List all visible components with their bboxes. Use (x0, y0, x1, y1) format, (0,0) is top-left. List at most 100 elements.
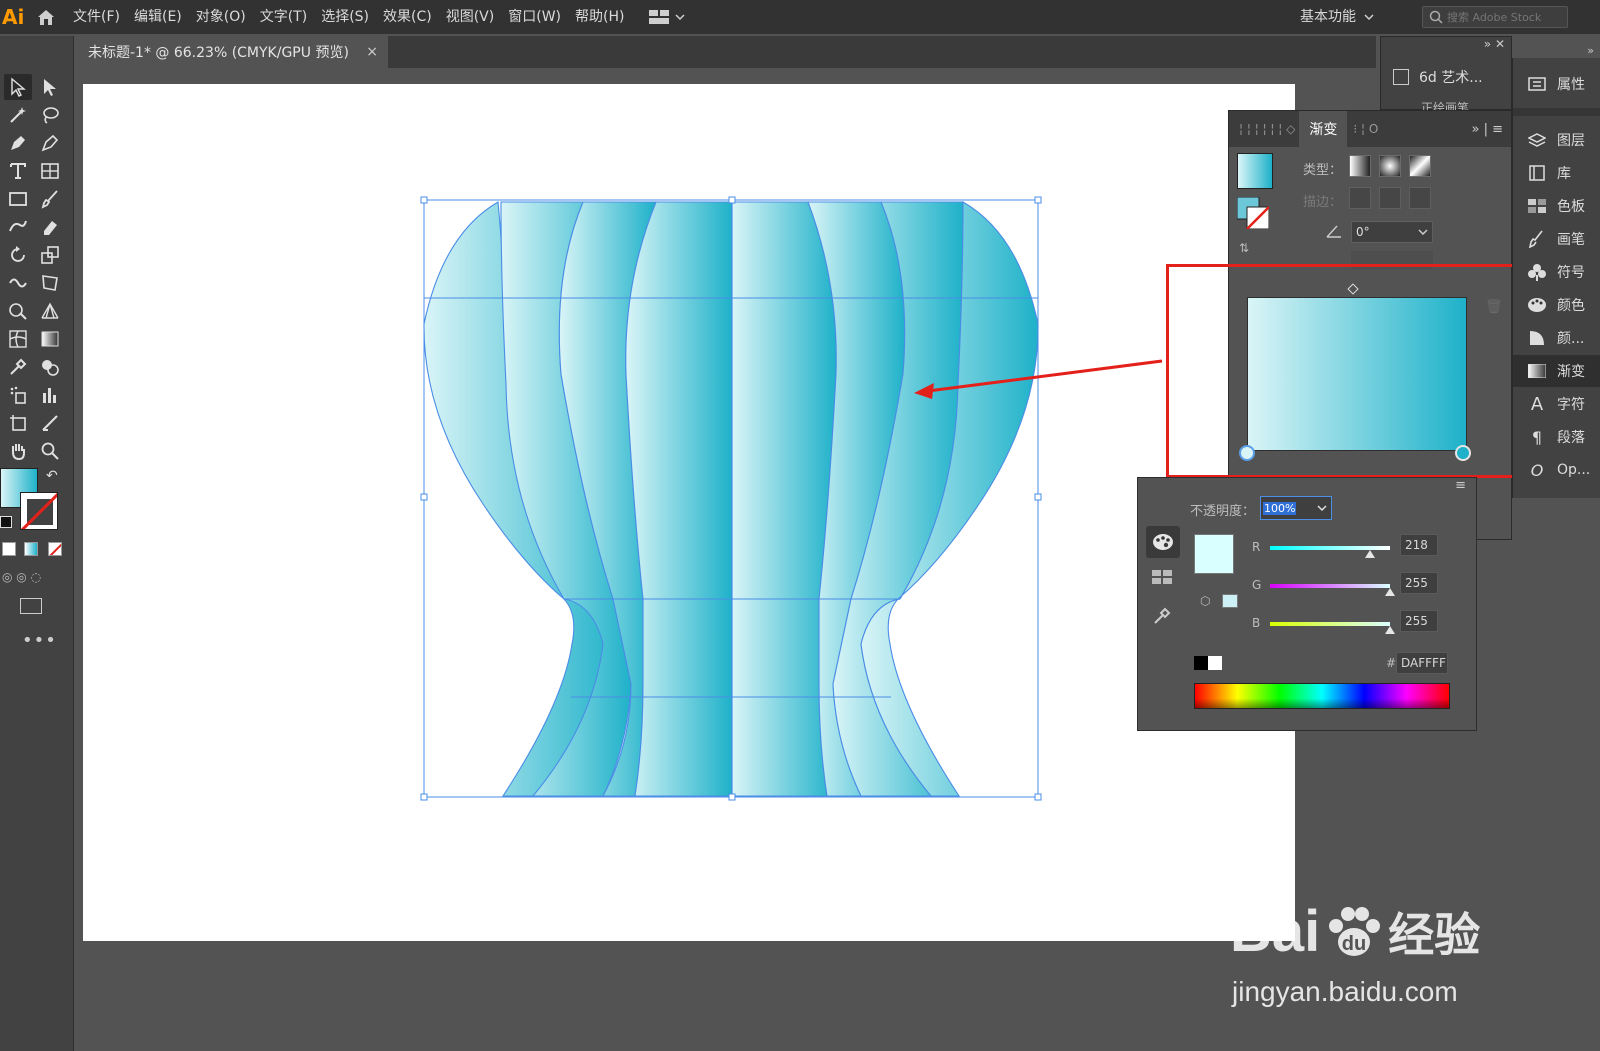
perspective-grid-tool-icon[interactable] (36, 298, 64, 324)
white-swatch[interactable] (1208, 656, 1222, 670)
menu-effect[interactable]: 效果(C) (376, 0, 439, 34)
menu-file[interactable]: 文件(F) (66, 0, 127, 34)
gradient-mode-button[interactable] (24, 542, 38, 556)
panel-gradient[interactable]: 渐变 (1513, 355, 1600, 387)
workspace-switcher[interactable]: 基本功能 (1300, 0, 1374, 34)
pen-tool-icon[interactable] (4, 130, 32, 156)
direct-selection-tool-icon[interactable] (36, 74, 64, 100)
collapsed-tabs-right[interactable]: ⁝ ¦ O (1347, 122, 1384, 136)
panel-layers[interactable]: 图层 (1513, 124, 1600, 156)
radial-gradient-button[interactable] (1379, 155, 1401, 177)
art-brush-item[interactable]: 6d 艺术... (1393, 67, 1483, 87)
panel-brushes[interactable]: 画笔 (1513, 223, 1600, 255)
close-icon[interactable]: × (366, 44, 378, 60)
scale-tool-icon[interactable] (36, 242, 64, 268)
panel-menu-icon[interactable]: » | ≡ (1472, 122, 1512, 137)
panel-paragraph[interactable]: ¶ 段落 (1513, 421, 1600, 453)
g-value-field[interactable]: 255 (1400, 572, 1438, 594)
menu-object[interactable]: 对象(O) (189, 0, 253, 34)
zoom-tool-icon[interactable] (36, 438, 64, 464)
magic-wand-tool-icon[interactable] (4, 102, 32, 128)
tab-gradient[interactable]: 渐变 (1299, 111, 1348, 147)
g-slider-thumb[interactable] (1385, 588, 1395, 596)
artboard[interactable] (83, 84, 1295, 941)
menu-window[interactable]: 窗口(W) (501, 0, 568, 34)
home-icon[interactable] (26, 0, 66, 34)
panel-color[interactable]: 颜色 (1513, 289, 1600, 321)
symbol-sprayer-tool-icon[interactable] (4, 382, 32, 408)
stock-search-field[interactable] (1422, 6, 1568, 28)
menu-edit[interactable]: 编辑(E) (127, 0, 189, 34)
linear-gradient-button[interactable] (1349, 155, 1371, 177)
r-value-field[interactable]: 218 (1400, 534, 1438, 556)
panel-swatches[interactable]: 色板 (1513, 190, 1600, 222)
shape-builder-tool-icon[interactable] (4, 298, 32, 324)
swatches-tab[interactable] (1152, 570, 1172, 584)
panel-properties[interactable]: 属性 (1513, 68, 1600, 100)
menu-select[interactable]: 选择(S) (314, 0, 376, 34)
angle-field[interactable]: 0° (1351, 221, 1433, 243)
collapsed-tabs[interactable]: ¦ ¦ ¦ ¦ ¦ ¦ ◇ (1229, 122, 1299, 136)
paintbrush-tool-icon[interactable] (36, 186, 64, 212)
draw-mode-icon[interactable]: ◎ ◎ ◌ (2, 570, 41, 584)
rectangle-tool-icon[interactable] (4, 186, 32, 212)
color-mode-button[interactable] (2, 542, 16, 556)
color-spectrum[interactable] (1194, 683, 1450, 709)
eyedropper-tool-icon[interactable] (4, 354, 32, 380)
stroke-swatch[interactable] (20, 492, 58, 530)
eraser-tool-icon[interactable] (36, 214, 64, 240)
slice-tool-icon[interactable] (36, 410, 64, 436)
none-mode-button[interactable] (48, 542, 62, 556)
table-tool-icon[interactable] (36, 158, 64, 184)
swap-fill-stroke-icon[interactable]: ↶ (46, 468, 58, 484)
width-tool-icon[interactable] (4, 270, 32, 296)
blend-tool-icon[interactable] (36, 354, 64, 380)
g-slider[interactable] (1270, 584, 1390, 588)
gradient-stroke-swatch[interactable] (1236, 196, 1270, 230)
r-slider-thumb[interactable] (1365, 550, 1375, 558)
menu-view[interactable]: 视图(V) (439, 0, 502, 34)
column-graph-tool-icon[interactable] (36, 382, 64, 408)
artboard-tool-icon[interactable] (4, 410, 32, 436)
opacity-field[interactable]: 100% (1260, 496, 1332, 520)
gradient-fill-swatch[interactable] (1237, 153, 1273, 189)
menu-type[interactable]: 文字(T) (253, 0, 314, 34)
shaper-tool-icon[interactable] (4, 214, 32, 240)
document-tab[interactable]: 未标题-1* @ 66.23% (CMYK/GPU 预览) × (76, 36, 388, 68)
hex-field[interactable]: DAFFFF (1396, 652, 1448, 674)
menu-help[interactable]: 帮助(H) (568, 0, 631, 34)
black-swatch[interactable] (1194, 656, 1208, 670)
balloon-artwork[interactable] (83, 84, 1295, 941)
lasso-tool-icon[interactable] (36, 102, 64, 128)
panel-character[interactable]: A 字符 (1513, 388, 1600, 420)
panel-libraries[interactable]: 库 (1513, 157, 1600, 189)
b-slider[interactable] (1270, 622, 1390, 626)
panel-symbols[interactable]: 符号 (1513, 256, 1600, 288)
reverse-gradient-icon[interactable]: ⇅ (1239, 241, 1249, 255)
gradient-tool-icon[interactable] (36, 326, 64, 352)
mesh-tool-icon[interactable] (4, 326, 32, 352)
stock-search-input[interactable] (1447, 10, 1557, 24)
color-mode-tab[interactable] (1146, 526, 1180, 558)
b-value-field[interactable]: 255 (1400, 610, 1438, 632)
stroke-within-button[interactable] (1349, 187, 1371, 209)
free-transform-tool-icon[interactable] (36, 270, 64, 296)
selection-tool-icon[interactable] (4, 74, 32, 100)
panel-opentype[interactable]: O Op... (1513, 454, 1600, 486)
stroke-along-button[interactable] (1379, 187, 1401, 209)
web-safe-swatch[interactable] (1222, 594, 1238, 608)
curvature-tool-icon[interactable] (36, 130, 64, 156)
more-tools-icon[interactable]: ••• (22, 630, 57, 651)
b-slider-thumb[interactable] (1385, 626, 1395, 634)
freeform-gradient-button[interactable] (1409, 155, 1431, 177)
type-tool-icon[interactable] (4, 158, 32, 184)
arrange-documents-button[interactable] (649, 10, 685, 24)
eyedropper-icon[interactable] (1152, 606, 1172, 630)
popup-menu-icon[interactable]: ≡ (1455, 478, 1466, 493)
panel-color-guide[interactable]: 颜... (1513, 322, 1600, 354)
screen-mode-icon[interactable] (20, 598, 42, 614)
rotate-tool-icon[interactable] (4, 242, 32, 268)
panel-collapse-icon[interactable]: » ✕ (1484, 37, 1505, 51)
stroke-across-button[interactable] (1409, 187, 1431, 209)
dock-collapse-icon[interactable]: » (1587, 44, 1594, 57)
